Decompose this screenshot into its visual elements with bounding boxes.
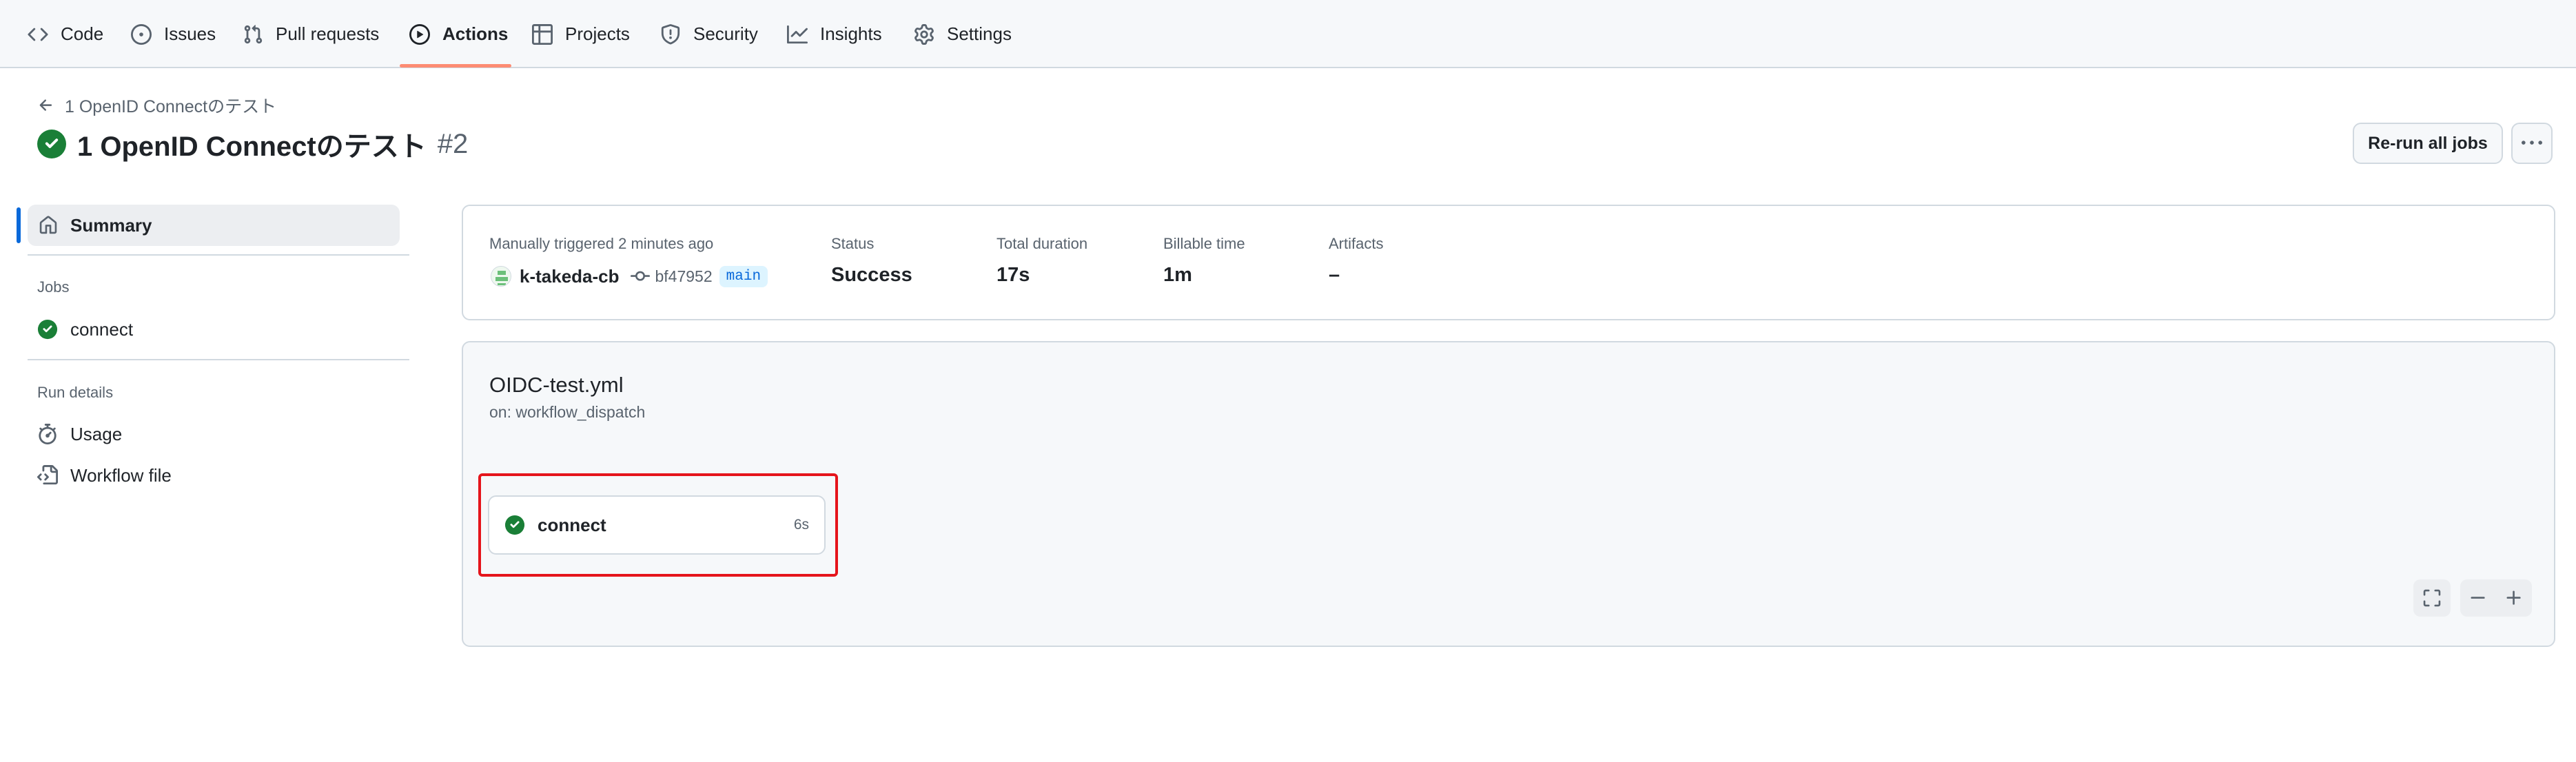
sidebar-item-summary[interactable]: Summary — [28, 205, 400, 246]
sidebar-jobs-heading: Jobs — [37, 278, 70, 296]
workflow-trigger: on: workflow_dispatch — [489, 403, 646, 421]
page-title: 1 OpenID Connectのテスト #2 — [37, 127, 469, 162]
shield-icon — [661, 23, 680, 44]
table-icon — [532, 23, 553, 45]
job-name: connect — [538, 514, 606, 535]
rerun-all-jobs-button[interactable]: Re-run all jobs — [2353, 123, 2503, 164]
sidebar-item-workflow-file[interactable]: Workflow file — [37, 462, 172, 489]
dash-icon — [2471, 597, 2485, 599]
run-summary-card: Manually triggered 2 minutes ago k-taked… — [462, 205, 2555, 320]
gear-icon — [914, 23, 934, 45]
issue-opened-icon — [131, 23, 152, 45]
billable-time-value: 1m — [1163, 264, 1192, 286]
tab-settings[interactable]: Settings — [914, 0, 1012, 68]
job-node-connect[interactable]: connect 6s — [488, 495, 826, 555]
zoom-out-button[interactable] — [2460, 579, 2496, 617]
tab-pull-requests-label: Pull requests — [276, 23, 380, 44]
status-value: Success — [831, 264, 912, 286]
actor-link[interactable]: k-takeda-cb — [520, 266, 620, 287]
tab-settings-label: Settings — [947, 23, 1012, 44]
play-icon — [409, 23, 430, 45]
tab-pull-requests[interactable]: Pull requests — [243, 0, 379, 68]
sidebar-item-usage[interactable]: Usage — [37, 420, 122, 448]
tab-actions[interactable]: Actions — [409, 0, 508, 68]
check-circle-fill-icon — [37, 130, 66, 158]
tab-issues-label: Issues — [164, 23, 216, 44]
job-duration: 6s — [793, 517, 809, 533]
tab-insights[interactable]: Insights — [787, 0, 882, 68]
zoom-in-button[interactable] — [2496, 579, 2532, 617]
avatar[interactable] — [491, 266, 511, 287]
billable-time-label: Billable time — [1163, 235, 1245, 252]
stopwatch-icon — [39, 424, 57, 444]
plus-icon — [2506, 590, 2521, 605]
workflow-graph-card: OIDC-test.yml on: workflow_dispatch conn… — [462, 341, 2555, 647]
identicon-icon — [491, 267, 511, 286]
tab-security[interactable]: Security — [660, 0, 758, 68]
file-code-icon — [37, 465, 58, 485]
total-duration-label: Total duration — [996, 235, 1088, 252]
artifacts-value: – — [1329, 264, 1340, 286]
sidebar-job-label: connect — [70, 318, 134, 340]
home-icon — [39, 216, 57, 234]
arrow-left-icon — [39, 99, 52, 111]
kebab-horizontal-icon — [2522, 141, 2542, 145]
check-circle-fill-icon — [504, 515, 525, 535]
trigger-details: k-takeda-cb bf47952 main — [491, 262, 768, 290]
tab-code-label: Code — [61, 23, 104, 44]
total-duration-value: 17s — [996, 264, 1030, 286]
screen-full-icon — [2423, 589, 2441, 607]
tab-projects-label: Projects — [565, 23, 630, 44]
active-tab-underline — [400, 64, 511, 68]
sidebar-divider — [28, 254, 409, 256]
trigger-text: Manually triggered 2 minutes ago — [489, 235, 714, 252]
code-icon — [28, 28, 48, 41]
fullscreen-button[interactable] — [2413, 579, 2451, 617]
tab-actions-label: Actions — [442, 23, 509, 44]
back-link-label: 1 OpenID Connectのテスト — [65, 97, 277, 116]
back-to-workflow-link[interactable]: 1 OpenID Connectのテスト — [37, 94, 276, 117]
sidebar-job-connect[interactable]: connect — [37, 316, 133, 343]
run-title: 1 OpenID Connectのテスト — [77, 132, 427, 162]
tab-projects[interactable]: Projects — [532, 0, 630, 68]
sidebar-run-details-heading: Run details — [37, 384, 114, 401]
commit-sha-link[interactable]: bf47952 — [655, 267, 713, 286]
graph-icon — [787, 25, 808, 43]
status-label: Status — [831, 235, 875, 252]
branch-badge[interactable]: main — [719, 265, 768, 287]
tab-issues[interactable]: Issues — [131, 0, 216, 68]
repo-nav: Code Issues Pull requests Actions Projec… — [0, 0, 2576, 68]
run-number: #2 — [437, 128, 469, 159]
more-options-button[interactable] — [2511, 123, 2553, 164]
git-commit-icon — [630, 271, 650, 281]
tab-insights-label: Insights — [820, 23, 882, 44]
check-circle-fill-icon — [37, 319, 58, 340]
git-pull-request-icon — [244, 24, 263, 43]
zoom-controls — [2460, 579, 2532, 617]
sidebar-divider — [28, 359, 409, 360]
sidebar-workflow-file-label: Workflow file — [70, 464, 172, 486]
tab-security-label: Security — [693, 23, 758, 44]
sidebar-usage-label: Usage — [70, 423, 123, 444]
tab-code[interactable]: Code — [28, 0, 103, 68]
sidebar-active-indicator — [17, 207, 21, 243]
artifacts-label: Artifacts — [1329, 235, 1384, 252]
workflow-file-name: OIDC-test.yml — [489, 373, 624, 397]
sidebar-summary-label: Summary — [70, 214, 152, 236]
